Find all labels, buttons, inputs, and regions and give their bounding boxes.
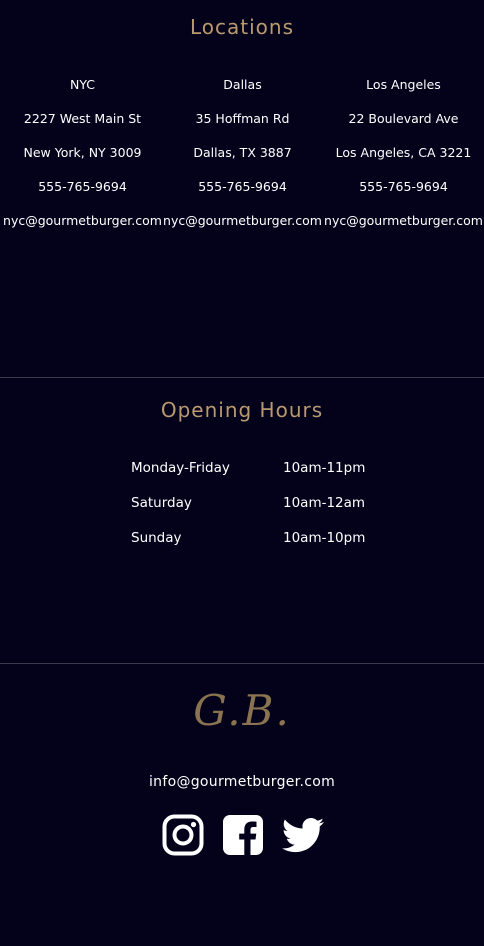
location-address: 35 Hoffman Rd [195, 111, 290, 126]
facebook-link[interactable] [222, 814, 264, 856]
footer: G.B. info@gourmetburger.com [0, 664, 484, 946]
hours-day: Sunday [131, 530, 182, 546]
location-phone[interactable]: 555-765-9694 [2, 177, 163, 211]
location-city-state: Dallas, TX 3887 [193, 145, 292, 160]
brand-logo[interactable]: G.B. [0, 686, 484, 735]
opening-hours-heading: Opening Hours [160, 398, 324, 422]
instagram-link[interactable] [162, 814, 204, 856]
hours-time: 10am-12am [283, 495, 366, 511]
location-phone[interactable]: 555-765-9694 [162, 177, 323, 211]
location-card-nyc: NYC 2227 West Main St New York, NY 3009 … [2, 75, 163, 245]
location-email[interactable]: nyc@gourmetburger.com [2, 211, 163, 245]
opening-hours-section: Opening Hours Monday-Friday 10am-11pm Sa… [0, 378, 484, 663]
location-card-dallas: Dallas 35 Hoffman Rd Dallas, TX 3887 555… [162, 75, 323, 245]
location-city: NYC [69, 77, 96, 92]
location-address: 22 Boulevard Ave [348, 111, 459, 126]
hours-day: Saturday [131, 495, 192, 511]
location-phone[interactable]: 555-765-9694 [323, 177, 484, 211]
location-city-state: Los Angeles, CA 3221 [335, 145, 472, 160]
hours-time: 10am-11pm [283, 460, 366, 476]
twitter-link[interactable] [282, 814, 324, 856]
location-city: Dallas [223, 77, 262, 92]
location-email[interactable]: nyc@gourmetburger.com [162, 211, 323, 245]
twitter-icon [282, 817, 324, 853]
hours-day: Monday-Friday [131, 460, 230, 476]
location-city-state: New York, NY 3009 [23, 145, 142, 160]
hours-time: 10am-10pm [283, 530, 366, 546]
instagram-icon [162, 814, 204, 856]
location-email[interactable]: nyc@gourmetburger.com [323, 211, 484, 245]
location-city: Los Angeles [366, 77, 441, 92]
locations-section: Locations NYC 2227 West Main St New York… [0, 0, 484, 377]
locations-heading: Locations [189, 15, 294, 39]
location-address: 2227 West Main St [23, 111, 142, 126]
location-card-los-angeles: Los Angeles 22 Boulevard Ave Los Angeles… [323, 75, 484, 245]
facebook-icon [223, 815, 263, 855]
contact-email-link[interactable]: info@gourmetburger.com [0, 774, 484, 790]
